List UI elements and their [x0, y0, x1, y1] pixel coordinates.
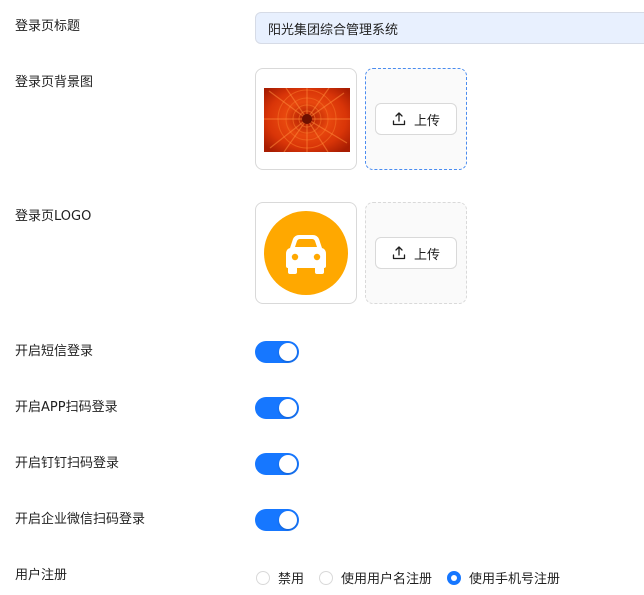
- background-upload-area[interactable]: 上传: [365, 68, 467, 170]
- radio-option-disabled[interactable]: 禁用: [256, 568, 304, 587]
- radio-circle[interactable]: [319, 570, 334, 585]
- background-image-thumbnail[interactable]: [255, 68, 357, 170]
- user-registration-label: 用户注册: [15, 568, 68, 583]
- upload-icon: [392, 112, 406, 126]
- logo-upload-button[interactable]: 上传: [375, 237, 457, 269]
- wecom-scan-login-switch[interactable]: [255, 509, 299, 531]
- background-upload-button[interactable]: 上传: [375, 103, 457, 135]
- radio-circle[interactable]: [256, 570, 270, 585]
- upload-button-label: 上传: [413, 113, 440, 129]
- dingtalk-scan-login-switch[interactable]: [255, 453, 299, 475]
- logo-label: 登录页LOGO: [15, 209, 92, 224]
- wecom-scan-login-label: 开启企业微信扫码登录: [15, 512, 146, 527]
- login-title-input[interactable]: [255, 12, 644, 44]
- logo-thumbnail[interactable]: [255, 202, 357, 304]
- dingtalk-scan-login-label: 开启钉钉扫码登录: [15, 456, 120, 471]
- login-settings-form: 登录页标题 登录页背景图: [0, 0, 644, 595]
- upload-button-label: 上传: [413, 247, 440, 263]
- radio-option-username[interactable]: 使用用户名注册: [319, 568, 432, 587]
- radio-option-label: 禁用: [278, 572, 305, 587]
- radio-option-label: 使用用户名注册: [341, 572, 433, 587]
- radio-option-phone[interactable]: 使用手机号注册: [447, 568, 560, 587]
- switch-knob: [279, 455, 297, 473]
- sms-login-label: 开启短信登录: [15, 344, 94, 359]
- app-scan-login-label: 开启APP扫码登录: [15, 400, 118, 415]
- background-image-label: 登录页背景图: [15, 75, 94, 90]
- car-icon: [264, 211, 348, 295]
- radio-circle[interactable]: [447, 570, 462, 585]
- user-registration-radio-group: 禁用 使用用户名注册 使用手机号注册: [256, 568, 575, 587]
- logo-upload-area[interactable]: 上传: [365, 202, 467, 304]
- app-scan-login-switch[interactable]: [255, 397, 299, 419]
- switch-knob: [279, 399, 297, 417]
- upload-icon: [392, 246, 406, 260]
- sms-login-switch[interactable]: [255, 341, 299, 363]
- switch-knob: [279, 343, 297, 361]
- login-title-label: 登录页标题: [15, 19, 81, 34]
- switch-knob: [279, 511, 297, 529]
- radio-option-label: 使用手机号注册: [469, 572, 561, 587]
- background-image-preview: [264, 88, 350, 152]
